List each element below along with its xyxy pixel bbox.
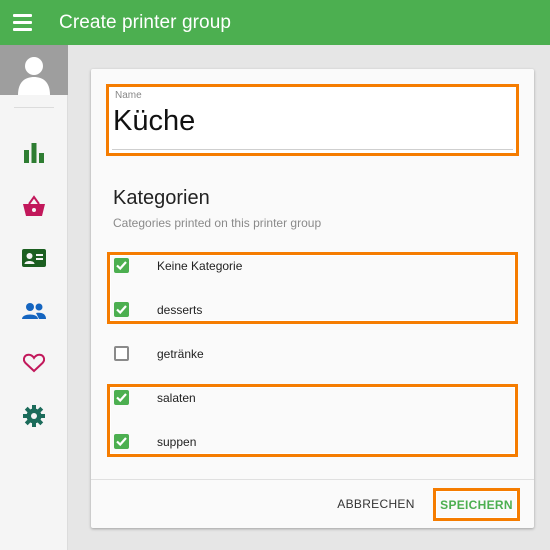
section-title: Kategorien xyxy=(113,187,210,209)
hamburger-icon[interactable] xyxy=(13,6,47,40)
category-label: getränke xyxy=(157,347,204,361)
contact-card-icon[interactable] xyxy=(21,245,47,271)
category-row-getraenke[interactable]: getränke xyxy=(107,333,518,377)
page-title: Create printer group xyxy=(59,11,232,33)
category-group-highlight xyxy=(107,252,518,324)
user-avatar-icon[interactable] xyxy=(0,45,68,95)
heart-icon[interactable] xyxy=(21,350,47,376)
sidebar-divider xyxy=(14,107,54,108)
name-field-highlight xyxy=(106,84,519,156)
sidebar xyxy=(0,45,68,550)
app-bar: Create printer group xyxy=(0,0,550,45)
printer-group-form: Name Küche Kategorien Categories printed… xyxy=(91,69,534,528)
save-button-highlight xyxy=(433,488,520,521)
section-subtitle: Categories printed on this printer group xyxy=(113,216,322,230)
footer-divider xyxy=(91,479,534,480)
checkbox-unchecked-icon[interactable] xyxy=(114,346,129,361)
people-icon[interactable] xyxy=(21,298,47,324)
bar-chart-icon[interactable] xyxy=(21,139,47,165)
shopping-basket-icon[interactable] xyxy=(21,193,47,219)
gear-icon[interactable] xyxy=(21,403,47,429)
category-group-highlight xyxy=(107,384,518,457)
cancel-button[interactable]: ABBRECHEN xyxy=(331,493,421,515)
